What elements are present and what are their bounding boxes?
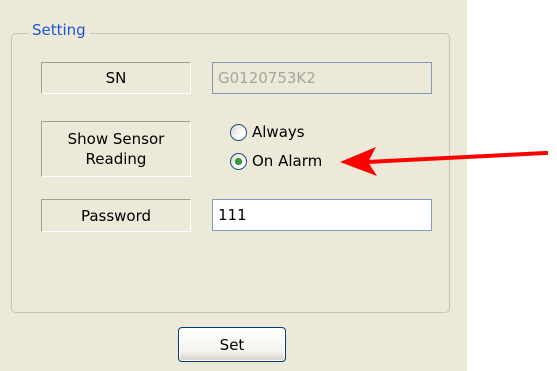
- radio-on-alarm-label[interactable]: On Alarm: [252, 152, 322, 170]
- radio-always[interactable]: Always: [230, 121, 305, 143]
- setting-group-title: Setting: [28, 20, 90, 40]
- sn-label-text: SN: [105, 69, 127, 87]
- radio-on-alarm[interactable]: On Alarm: [230, 150, 322, 172]
- arrow-left-icon: [340, 147, 549, 176]
- sn-label: SN: [41, 62, 191, 94]
- show-sensor-reading-label: Show Sensor Reading: [41, 121, 191, 177]
- show-sensor-reading-line-2: Reading: [85, 150, 147, 168]
- show-sensor-reading-line-1: Show Sensor: [67, 130, 165, 148]
- set-button[interactable]: Set: [178, 327, 286, 362]
- radio-selected-dot: [235, 157, 242, 165]
- sn-field[interactable]: G0120753K2: [212, 62, 432, 94]
- password-label-text: Password: [80, 206, 152, 225]
- radio-always-label[interactable]: Always: [252, 123, 305, 141]
- show-sensor-reading-text: Show Sensor Reading: [68, 129, 165, 169]
- radio-unchecked-icon[interactable]: [230, 123, 247, 141]
- radio-checked-icon[interactable]: [230, 152, 247, 170]
- password-field[interactable]: 111: [212, 199, 432, 231]
- arrow-shaft: [364, 150, 549, 165]
- password-label: Password: [41, 199, 191, 232]
